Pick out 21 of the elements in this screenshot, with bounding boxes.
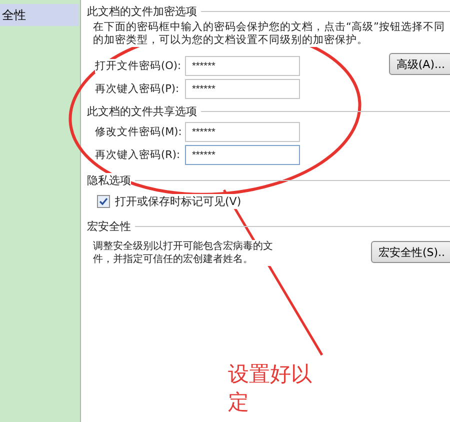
advanced-button[interactable]: 高级(A)... bbox=[389, 53, 450, 75]
password-field[interactable]: ****** bbox=[185, 56, 300, 76]
field-label: 修改文件密码(M): bbox=[95, 125, 180, 139]
field-label: 再次键入密码(P): bbox=[95, 82, 180, 96]
section-title: 宏安全性 bbox=[87, 219, 131, 234]
checkbox-label: 打开或保存时标记可见(V) bbox=[115, 194, 242, 209]
annotation-text: 定 bbox=[228, 389, 250, 416]
section-title: 此文档的文件共享选项 bbox=[87, 104, 197, 119]
password-field[interactable]: ****** bbox=[185, 145, 300, 165]
section-title: 此文档的文件加密选项 bbox=[87, 4, 197, 19]
field-label: 再次键入密码(R): bbox=[95, 148, 180, 162]
password-field[interactable]: ****** bbox=[185, 122, 300, 142]
annotation-text: 设置好以 bbox=[228, 361, 312, 388]
macro-description: 调整安全级别以打开可能包含宏病毒的文件，并指定可信任的宏创建者姓名。 bbox=[93, 240, 275, 266]
password-field[interactable]: ****** bbox=[185, 79, 300, 99]
checkbox[interactable] bbox=[97, 195, 110, 208]
sidebar-item[interactable]: 全性 bbox=[0, 4, 79, 26]
encryption-description: 在下面的密码框中输入的密码会保护您的文档，点击“高级”按钮选择不同的加密类型，可以为您的文档设置不同级别的加密保护。 bbox=[93, 21, 445, 47]
macro-security-button[interactable]: 宏安全性(S).. bbox=[371, 241, 450, 263]
field-label: 打开文件密码(O): bbox=[95, 59, 180, 73]
section-title: 隐私选项 bbox=[87, 173, 131, 188]
